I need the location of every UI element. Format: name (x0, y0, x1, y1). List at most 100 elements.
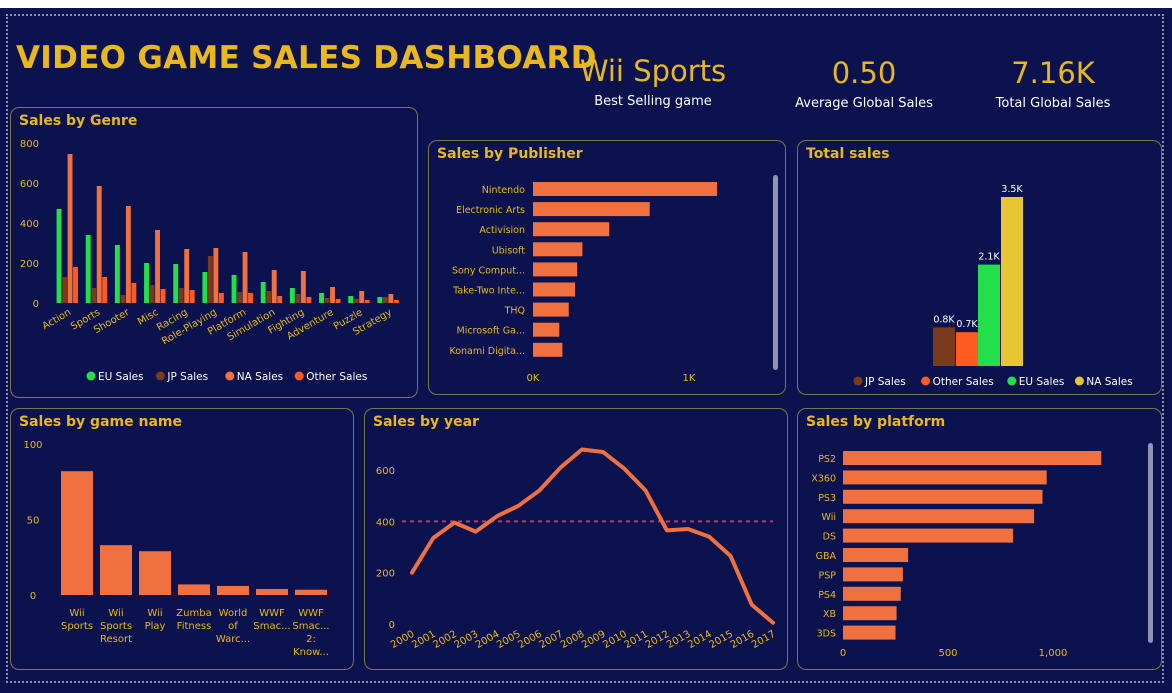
y-tick-label: Wii (822, 512, 836, 523)
bar-jp-sales (353, 299, 359, 303)
legend-marker (1007, 376, 1017, 386)
kpi-total-global-sales: 7.16K Total Global Sales (985, 56, 1121, 112)
y-tick-label: Nintendo (482, 185, 525, 196)
bar-eu-sales (56, 209, 62, 303)
top-strip (0, 0, 1172, 8)
bar-other-sales (393, 300, 399, 303)
bar-na-sales (67, 154, 73, 303)
bar-platform (843, 567, 903, 582)
bar-eu-sales (202, 272, 208, 303)
data-label: 2.1K (978, 252, 1000, 263)
genre-chart: 0200400600800ActionSportsShooter MiscRaci… (20, 139, 399, 383)
bar-na-sales (242, 252, 248, 303)
bar-eu-sales (260, 282, 266, 303)
x-tick-label: Action (40, 307, 73, 332)
y-tick-label: 800 (20, 139, 39, 150)
bar-jp-sales (382, 297, 388, 303)
sales-by-year-card[interactable]: Sales by year 0 200 400 600 2000 2001 2002 2003… (364, 408, 788, 670)
y-tick-label: Microsoft Ga... (457, 326, 526, 337)
legend-marker (1074, 376, 1084, 386)
bar-other-sales (131, 283, 137, 303)
legend-label: NA Sales (1086, 376, 1132, 388)
bar-game (178, 584, 210, 595)
bar-eu-sales (114, 245, 120, 303)
legend-label: NA Sales (237, 371, 283, 383)
bar-platform (843, 528, 1014, 543)
legend-marker (294, 371, 304, 381)
bar-other-sales (277, 296, 283, 303)
bar-jp-sales (324, 298, 330, 303)
x-tick-label: Wii Sports Resort (100, 608, 132, 645)
dashboard-title: VIDEO GAME SALES DASHBOARD (16, 40, 597, 76)
legend-label: EU Sales (1019, 376, 1065, 388)
y-tick-label: Activision (479, 225, 525, 236)
x-tick-label: 0 (840, 648, 846, 659)
bar-game (61, 471, 93, 595)
bar-eu-sales (231, 275, 237, 303)
x-tick-label: 500 (938, 648, 957, 659)
y-tick-label: X360 (811, 473, 836, 484)
bar-na-sales (184, 249, 190, 303)
y-tick-label: 3DS (817, 629, 836, 640)
bar-platform (843, 586, 901, 601)
x-tick-label: World of Warc... (216, 608, 250, 645)
year-chart: 0200400600200020012002200320042005200620… (376, 447, 778, 651)
bar-publisher (533, 282, 576, 297)
bar-other-sales (306, 297, 312, 303)
total-sales-chart: 0.8K 0.7K 2.1K 3.5K JP Sales Other Sales EU Sa… (853, 184, 1133, 388)
legend-label: JP Sales (864, 376, 906, 388)
bar-publisher (533, 302, 569, 317)
bar-na-sales (330, 287, 335, 303)
bar-platform (843, 606, 897, 621)
x-tick-label: 1K (683, 373, 696, 384)
scrollbar[interactable] (773, 175, 778, 370)
legend-marker (853, 376, 863, 386)
kpi-average-global-sales: 0.50 Average Global Sales (790, 56, 938, 112)
bar-total-sales (933, 327, 955, 366)
publisher-chart: Nintendo Electronic Arts Activision Ubisoft… (449, 182, 717, 384)
bar-jp-sales (120, 295, 126, 303)
bar-platform (843, 489, 1043, 504)
kpi-best-selling-game: Wii Sports Best Selling game (565, 54, 741, 110)
bar-game (295, 589, 327, 595)
bar-na-sales (271, 270, 277, 303)
kpi-label: Average Global Sales (795, 96, 933, 111)
legend-label: Other Sales (306, 371, 367, 383)
x-tick-label: Zumba Fitness (176, 608, 211, 632)
legend-label: JP Sales (166, 371, 208, 383)
bar-jp-sales (266, 291, 272, 303)
y-tick-label: Electronic Arts (456, 205, 525, 216)
total-sales-card[interactable]: Total sales 0.8K 0.7K 2.1K 3.5K JP Sales Othe… (797, 140, 1162, 395)
bar-jp-sales (207, 256, 213, 303)
bar-total-sales (1001, 197, 1023, 366)
y-tick-label: PS3 (818, 493, 836, 504)
bar-platform (843, 625, 896, 640)
bar-other-sales (102, 277, 108, 303)
bar-other-sales (248, 293, 253, 303)
y-tick-label: Sony Comput... (452, 265, 525, 276)
y-tick-label: 50 (27, 516, 40, 527)
bar-publisher (533, 322, 560, 337)
x-tick-label: 1,000 (1039, 648, 1068, 659)
x-tick-label: Wii Sports (61, 608, 93, 632)
sales-by-platform-card[interactable]: Sales by platform PS2 X360 PS3 Wii DS GBA PSP P… (797, 408, 1162, 670)
bar-jp-sales (149, 285, 155, 303)
bar-eu-sales (377, 297, 383, 303)
y-tick-label: PS2 (818, 454, 836, 465)
bar-other-sales (335, 299, 341, 303)
bar-total-sales (978, 264, 1000, 366)
sales-by-genre-card[interactable]: Sales by Genre 0 200 400 600 800 Action Sports… (10, 107, 418, 398)
bar-na-sales (388, 294, 394, 303)
platform-chart: PS2 X360 PS3 Wii DS GBA PSP PS4 XB 3DS 0 500 1,000 (811, 451, 1102, 659)
scrollbar[interactable] (1148, 443, 1153, 643)
bar-game (139, 551, 171, 595)
sales-by-publisher-card[interactable]: Sales by Publisher Nintendo Electronic Ar… (428, 140, 786, 395)
sales-by-game-card[interactable]: Sales by game name 0 50 100 Wii Sports Wii Spo… (10, 408, 354, 670)
bar-na-sales (96, 186, 102, 303)
y-tick-label: XB (823, 609, 836, 620)
bar-eu-sales (348, 296, 354, 303)
bar-jp-sales (237, 292, 242, 303)
bar-publisher (533, 262, 578, 277)
kpi-value: 0.50 (831, 56, 897, 90)
bar-platform (843, 451, 1102, 465)
